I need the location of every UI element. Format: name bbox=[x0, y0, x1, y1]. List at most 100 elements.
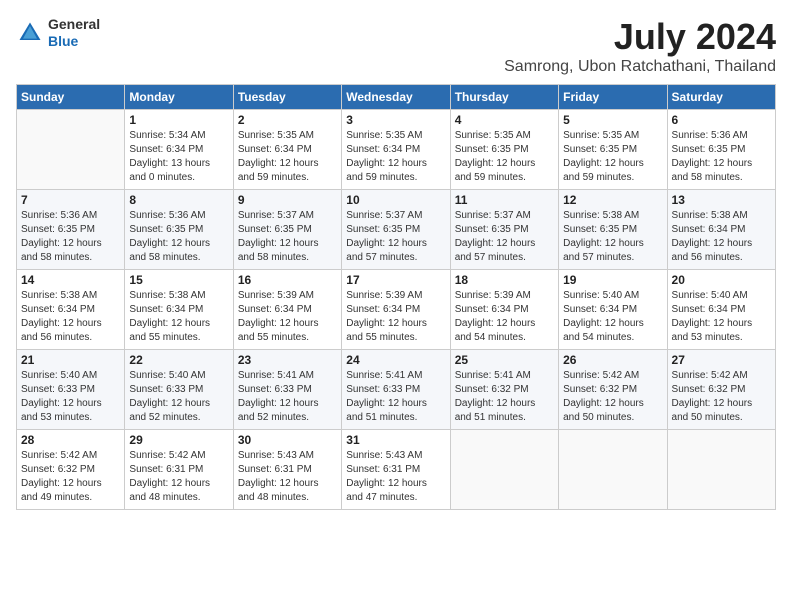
logo-text: General Blue bbox=[48, 16, 100, 50]
day-info: Sunrise: 5:39 AMSunset: 6:34 PMDaylight:… bbox=[238, 289, 337, 345]
week-row-3: 14 Sunrise: 5:38 AMSunset: 6:34 PMDayligh… bbox=[17, 270, 776, 350]
day-number: 8 bbox=[129, 193, 228, 207]
day-cell: 2Sunrise: 5:35 AMSunset: 6:34 PMDaylight… bbox=[233, 110, 341, 190]
day-cell: 15Sunrise: 5:38 AMSunset: 6:34 PMDayligh… bbox=[125, 270, 233, 350]
day-number: 23 bbox=[238, 353, 337, 367]
logo: General Blue bbox=[16, 16, 100, 50]
day-number: 5 bbox=[563, 113, 662, 127]
day-info: Sunrise: 5:38 AMSunset: 6:34 PMDaylight:… bbox=[21, 289, 120, 345]
day-number: 22 bbox=[129, 353, 228, 367]
column-header-thursday: Thursday bbox=[450, 85, 558, 110]
calendar-subtitle: Samrong, Ubon Ratchathani, Thailand bbox=[504, 58, 776, 76]
day-cell: 27 Sunrise: 5:42 AMSunset: 6:32 PMDayligh… bbox=[667, 350, 775, 430]
day-info: Sunrise: 5:39 AMSunset: 6:34 PMDaylight:… bbox=[346, 289, 445, 345]
title-block: July 2024 Samrong, Ubon Ratchathani, Tha… bbox=[504, 16, 776, 76]
column-header-saturday: Saturday bbox=[667, 85, 775, 110]
day-info: Sunrise: 5:35 AMSunset: 6:34 PMDaylight:… bbox=[346, 129, 445, 185]
day-cell: 24 Sunrise: 5:41 AMSunset: 6:33 PMDayligh… bbox=[342, 350, 450, 430]
day-cell: 14 Sunrise: 5:38 AMSunset: 6:34 PMDayligh… bbox=[17, 270, 125, 350]
day-cell: 17 Sunrise: 5:39 AMSunset: 6:34 PMDayligh… bbox=[342, 270, 450, 350]
week-row-2: 7Sunrise: 5:36 AMSunset: 6:35 PMDaylight… bbox=[17, 190, 776, 270]
day-cell: 29 Sunrise: 5:42 AMSunset: 6:31 PMDayligh… bbox=[125, 430, 233, 510]
day-cell: 4 Sunrise: 5:35 AMSunset: 6:35 PMDaylight… bbox=[450, 110, 558, 190]
day-number: 24 bbox=[346, 353, 445, 367]
day-cell: 23 Sunrise: 5:41 AMSunset: 6:33 PMDayligh… bbox=[233, 350, 341, 430]
day-info: Sunrise: 5:36 AMSunset: 6:35 PMDaylight:… bbox=[21, 209, 120, 265]
day-info: Sunrise: 5:37 AMSunset: 6:35 PMDaylight:… bbox=[346, 209, 445, 265]
page-header: General Blue July 2024 Samrong, Ubon Rat… bbox=[16, 16, 776, 76]
week-row-5: 28 Sunrise: 5:42 AMSunset: 6:32 PMDayligh… bbox=[17, 430, 776, 510]
day-cell: 25 Sunrise: 5:41 AMSunset: 6:32 PMDayligh… bbox=[450, 350, 558, 430]
day-info: Sunrise: 5:42 AMSunset: 6:32 PMDaylight:… bbox=[563, 369, 662, 425]
day-info: Sunrise: 5:37 AMSunset: 6:35 PMDaylight:… bbox=[455, 209, 554, 265]
day-cell: 13Sunrise: 5:38 AMSunset: 6:34 PMDayligh… bbox=[667, 190, 775, 270]
day-info: Sunrise: 5:40 AMSunset: 6:34 PMDaylight:… bbox=[672, 289, 771, 345]
day-info: Sunrise: 5:40 AMSunset: 6:33 PMDaylight:… bbox=[129, 369, 228, 425]
day-number: 17 bbox=[346, 273, 445, 287]
day-info: Sunrise: 5:41 AMSunset: 6:32 PMDaylight:… bbox=[455, 369, 554, 425]
day-cell bbox=[559, 430, 667, 510]
day-number: 2 bbox=[238, 113, 337, 127]
column-header-tuesday: Tuesday bbox=[233, 85, 341, 110]
day-number: 12 bbox=[563, 193, 662, 207]
day-number: 1 bbox=[129, 113, 228, 127]
day-cell bbox=[667, 430, 775, 510]
day-info: Sunrise: 5:42 AMSunset: 6:31 PMDaylight:… bbox=[129, 449, 228, 505]
day-number: 16 bbox=[238, 273, 337, 287]
day-number: 26 bbox=[563, 353, 662, 367]
day-number: 10 bbox=[346, 193, 445, 207]
day-cell: 19Sunrise: 5:40 AMSunset: 6:34 PMDayligh… bbox=[559, 270, 667, 350]
day-info: Sunrise: 5:38 AMSunset: 6:35 PMDaylight:… bbox=[563, 209, 662, 265]
day-cell: 8Sunrise: 5:36 AMSunset: 6:35 PMDaylight… bbox=[125, 190, 233, 270]
column-header-wednesday: Wednesday bbox=[342, 85, 450, 110]
day-info: Sunrise: 5:41 AMSunset: 6:33 PMDaylight:… bbox=[346, 369, 445, 425]
day-number: 4 bbox=[455, 113, 554, 127]
day-cell: 3Sunrise: 5:35 AMSunset: 6:34 PMDaylight… bbox=[342, 110, 450, 190]
day-info: Sunrise: 5:34 AMSunset: 6:34 PMDaylight:… bbox=[129, 129, 228, 185]
day-info: Sunrise: 5:40 AMSunset: 6:34 PMDaylight:… bbox=[563, 289, 662, 345]
day-cell: 1 Sunrise: 5:34 AMSunset: 6:34 PMDaylight… bbox=[125, 110, 233, 190]
day-info: Sunrise: 5:39 AMSunset: 6:34 PMDaylight:… bbox=[455, 289, 554, 345]
day-cell: 28 Sunrise: 5:42 AMSunset: 6:32 PMDayligh… bbox=[17, 430, 125, 510]
day-number: 21 bbox=[21, 353, 120, 367]
day-number: 13 bbox=[672, 193, 771, 207]
day-cell: 5 Sunrise: 5:35 AMSunset: 6:35 PMDaylight… bbox=[559, 110, 667, 190]
day-number: 9 bbox=[238, 193, 337, 207]
day-cell: 12 Sunrise: 5:38 AMSunset: 6:35 PMDayligh… bbox=[559, 190, 667, 270]
header-row: SundayMondayTuesdayWednesdayThursdayFrid… bbox=[17, 85, 776, 110]
logo-blue-text: Blue bbox=[48, 33, 100, 50]
day-info: Sunrise: 5:43 AMSunset: 6:31 PMDaylight:… bbox=[346, 449, 445, 505]
day-info: Sunrise: 5:42 AMSunset: 6:32 PMDaylight:… bbox=[672, 369, 771, 425]
day-info: Sunrise: 5:36 AMSunset: 6:35 PMDaylight:… bbox=[672, 129, 771, 185]
day-cell: 26 Sunrise: 5:42 AMSunset: 6:32 PMDayligh… bbox=[559, 350, 667, 430]
day-number: 30 bbox=[238, 433, 337, 447]
day-number: 14 bbox=[21, 273, 120, 287]
day-info: Sunrise: 5:40 AMSunset: 6:33 PMDaylight:… bbox=[21, 369, 120, 425]
day-info: Sunrise: 5:35 AMSunset: 6:35 PMDaylight:… bbox=[563, 129, 662, 185]
day-number: 15 bbox=[129, 273, 228, 287]
day-cell: 21 Sunrise: 5:40 AMSunset: 6:33 PMDayligh… bbox=[17, 350, 125, 430]
day-cell: 31Sunrise: 5:43 AMSunset: 6:31 PMDayligh… bbox=[342, 430, 450, 510]
logo-general-text: General bbox=[48, 16, 100, 33]
day-info: Sunrise: 5:37 AMSunset: 6:35 PMDaylight:… bbox=[238, 209, 337, 265]
column-header-monday: Monday bbox=[125, 85, 233, 110]
day-number: 20 bbox=[672, 273, 771, 287]
day-cell: 20 Sunrise: 5:40 AMSunset: 6:34 PMDayligh… bbox=[667, 270, 775, 350]
day-cell bbox=[450, 430, 558, 510]
logo-icon bbox=[16, 19, 44, 47]
day-number: 28 bbox=[21, 433, 120, 447]
day-cell: 18Sunrise: 5:39 AMSunset: 6:34 PMDayligh… bbox=[450, 270, 558, 350]
day-number: 25 bbox=[455, 353, 554, 367]
day-cell: 10 Sunrise: 5:37 AMSunset: 6:35 PMDayligh… bbox=[342, 190, 450, 270]
day-cell: 16 Sunrise: 5:39 AMSunset: 6:34 PMDayligh… bbox=[233, 270, 341, 350]
day-info: Sunrise: 5:42 AMSunset: 6:32 PMDaylight:… bbox=[21, 449, 120, 505]
column-header-friday: Friday bbox=[559, 85, 667, 110]
day-cell bbox=[17, 110, 125, 190]
day-info: Sunrise: 5:35 AMSunset: 6:35 PMDaylight:… bbox=[455, 129, 554, 185]
day-cell: 30Sunrise: 5:43 AMSunset: 6:31 PMDayligh… bbox=[233, 430, 341, 510]
day-cell: 6Sunrise: 5:36 AMSunset: 6:35 PMDaylight… bbox=[667, 110, 775, 190]
day-number: 27 bbox=[672, 353, 771, 367]
day-number: 29 bbox=[129, 433, 228, 447]
day-info: Sunrise: 5:41 AMSunset: 6:33 PMDaylight:… bbox=[238, 369, 337, 425]
day-cell: 11Sunrise: 5:37 AMSunset: 6:35 PMDayligh… bbox=[450, 190, 558, 270]
